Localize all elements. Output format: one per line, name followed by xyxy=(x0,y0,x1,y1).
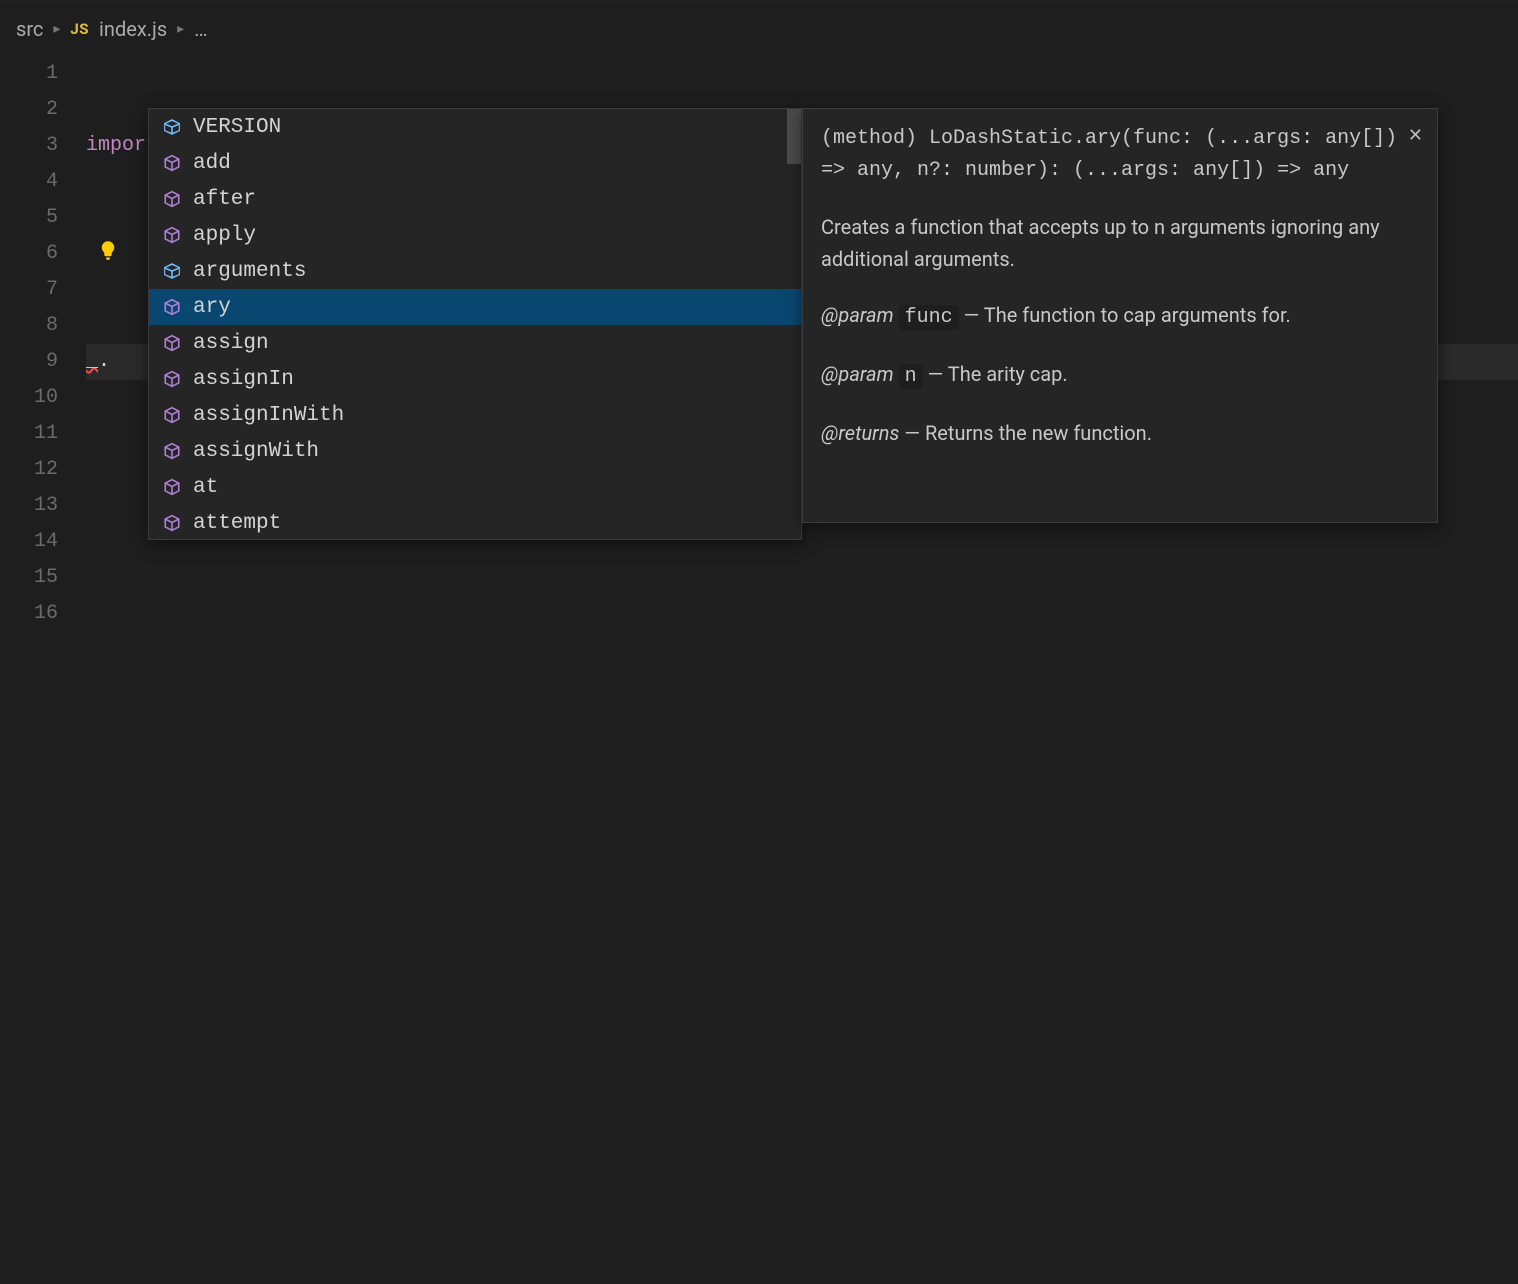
line-number: 9 xyxy=(0,344,58,380)
doc-param-desc: The arity cap. xyxy=(948,362,1068,386)
doc-param-name: n xyxy=(899,364,923,389)
file-type-badge: JS xyxy=(70,20,89,38)
doc-signature: (method) LoDashStatic.ary(func: (...args… xyxy=(821,123,1419,187)
dot: . xyxy=(98,350,110,373)
line-number: 15 xyxy=(0,560,58,596)
line-number: 3 xyxy=(0,128,58,164)
line-number: 1 xyxy=(0,56,58,92)
doc-returns-desc: Returns the new function. xyxy=(925,421,1152,445)
method-icon xyxy=(163,298,181,316)
identifier-error: _ xyxy=(86,350,98,373)
breadcrumb-folder[interactable]: src xyxy=(16,17,43,41)
suggestion-item[interactable]: add xyxy=(149,145,801,181)
line-number: 2 xyxy=(0,92,58,128)
line-number: 12 xyxy=(0,452,58,488)
line-number: 4 xyxy=(0,164,58,200)
suggestion-item[interactable]: assignWith xyxy=(149,433,801,469)
doc-tag: @returns xyxy=(821,421,899,445)
lightbulb-icon[interactable] xyxy=(98,240,118,260)
doc-param-desc: The function to cap arguments for. xyxy=(984,303,1291,327)
code-line[interactable] xyxy=(86,560,1518,596)
scrollbar-thumb[interactable] xyxy=(787,109,801,164)
doc-param: @param func — The function to cap argume… xyxy=(821,299,1419,334)
method-icon xyxy=(163,442,181,460)
line-number: 5 xyxy=(0,200,58,236)
suggestion-label: at xyxy=(193,476,218,499)
suggestion-item[interactable]: arguments xyxy=(149,253,801,289)
method-icon xyxy=(163,370,181,388)
suggestion-item[interactable]: assignInWith xyxy=(149,397,801,433)
doc-summary: Creates a function that accepts up to n … xyxy=(821,211,1419,275)
suggestion-label: add xyxy=(193,152,231,175)
field-icon xyxy=(163,118,181,136)
chevron-right-icon: ▸ xyxy=(177,21,184,37)
chevron-right-icon: ▸ xyxy=(53,21,60,37)
breadcrumb-more[interactable]: … xyxy=(194,17,207,41)
method-icon xyxy=(163,154,181,172)
line-number: 16 xyxy=(0,596,58,632)
doc-param: @param n — The arity cap. xyxy=(821,358,1419,393)
method-icon xyxy=(163,478,181,496)
suggestion-popup[interactable]: VERSION add after apply arguments ary assign as… xyxy=(148,108,802,540)
documentation-popup: ✕ (method) LoDashStatic.ary(func: (...ar… xyxy=(802,108,1438,523)
suggestion-label: assignWith xyxy=(193,440,319,463)
suggestion-label: apply xyxy=(193,224,256,247)
breadcrumb-file[interactable]: index.js xyxy=(99,17,167,41)
suggestion-label: after xyxy=(193,188,256,211)
line-number: 11 xyxy=(0,416,58,452)
code-line[interactable] xyxy=(86,884,1518,920)
suggestion-label: ary xyxy=(193,296,231,319)
method-icon xyxy=(163,334,181,352)
doc-param-name: func xyxy=(899,305,959,330)
suggestion-item[interactable]: after xyxy=(149,181,801,217)
doc-tag: @param xyxy=(821,362,894,386)
line-number: 8 xyxy=(0,308,58,344)
method-icon xyxy=(163,514,181,532)
suggestion-item[interactable]: apply xyxy=(149,217,801,253)
suggestion-label: arguments xyxy=(193,260,306,283)
breadcrumb[interactable]: src ▸ JS index.js ▸ … xyxy=(0,0,1518,56)
method-icon xyxy=(163,226,181,244)
suggestion-item[interactable]: VERSION xyxy=(149,109,801,145)
method-icon xyxy=(163,406,181,424)
code-line[interactable] xyxy=(86,1208,1518,1244)
doc-tag: @param xyxy=(821,303,894,327)
close-icon[interactable]: ✕ xyxy=(1408,119,1423,151)
suggestion-label: assign xyxy=(193,332,269,355)
code-line[interactable] xyxy=(86,992,1518,1028)
suggestion-item[interactable]: assign xyxy=(149,325,801,361)
line-number: 7 xyxy=(0,272,58,308)
line-number: 6 xyxy=(0,236,58,272)
suggestion-item[interactable]: at xyxy=(149,469,801,505)
doc-returns: @returns — Returns the new function. xyxy=(821,417,1419,449)
code-line[interactable] xyxy=(86,776,1518,812)
suggestion-item[interactable]: ary xyxy=(149,289,801,325)
suggestion-label: assignInWith xyxy=(193,404,344,427)
code-line[interactable] xyxy=(86,668,1518,704)
method-icon xyxy=(163,190,181,208)
code-line[interactable] xyxy=(86,1100,1518,1136)
line-number: 14 xyxy=(0,524,58,560)
line-number: 13 xyxy=(0,488,58,524)
line-number-gutter: 1 2 3 4 5 6 7 8 9 10 11 12 13 14 15 16 xyxy=(0,56,86,1284)
suggestion-label: attempt xyxy=(193,512,281,535)
suggestion-item[interactable]: assignIn xyxy=(149,361,801,397)
line-number: 10 xyxy=(0,380,58,416)
suggestion-item[interactable]: attempt xyxy=(149,505,801,540)
suggestion-label: VERSION xyxy=(193,116,281,139)
suggestion-label: assignIn xyxy=(193,368,294,391)
field-icon xyxy=(163,262,181,280)
